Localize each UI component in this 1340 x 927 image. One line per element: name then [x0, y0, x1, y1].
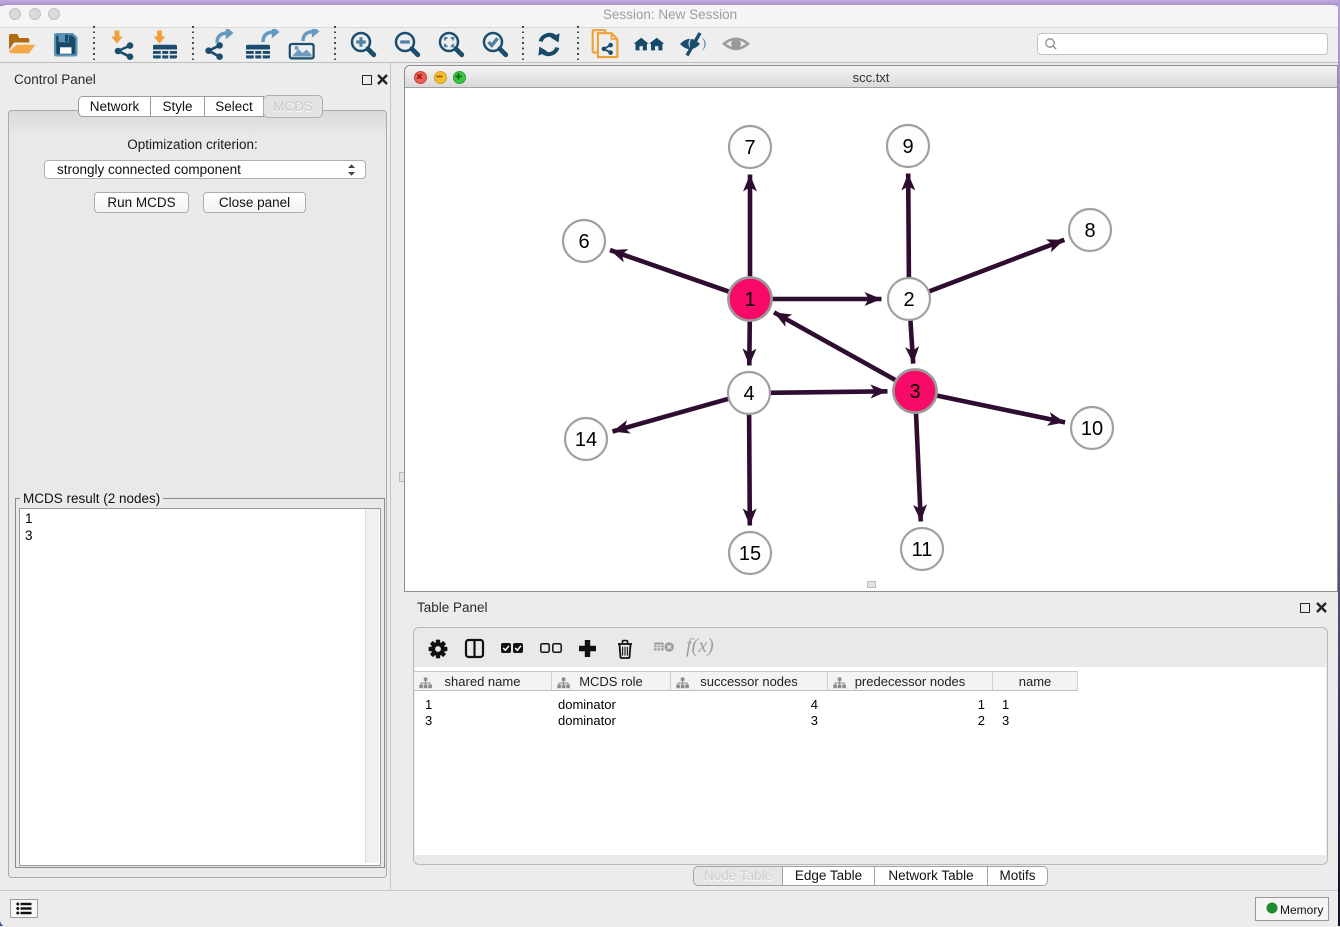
svg-text:1: 1: [744, 289, 755, 311]
svg-text:3: 3: [909, 381, 920, 403]
svg-text:7: 7: [744, 137, 755, 159]
svg-text:8: 8: [1084, 220, 1095, 242]
svg-text:14: 14: [575, 429, 597, 451]
svg-text:2: 2: [903, 289, 914, 311]
svg-text:10: 10: [1081, 418, 1103, 440]
svg-text:6: 6: [578, 231, 589, 253]
svg-text:11: 11: [912, 539, 933, 561]
svg-text:15: 15: [739, 543, 761, 565]
svg-text:9: 9: [902, 136, 913, 158]
svg-text:4: 4: [743, 383, 754, 405]
